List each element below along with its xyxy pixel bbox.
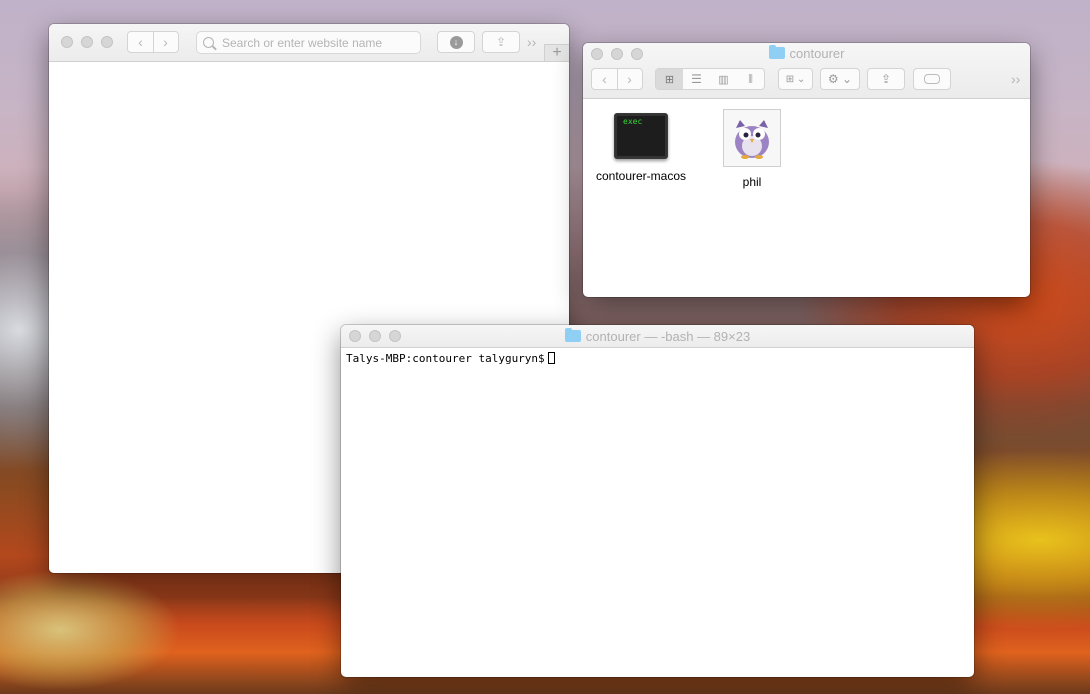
arrange-icon: ⊞ ⌄ xyxy=(785,73,806,85)
safari-toolbar: ‹ › Search or enter website name ↓ ⇪ ›› … xyxy=(49,24,569,62)
more-toolbar-items-icon[interactable]: ›› xyxy=(1011,71,1020,87)
terminal-screen[interactable]: Talys-MBP:contourer talyguryn$ xyxy=(346,352,969,677)
file-name: contourer-macos xyxy=(595,169,687,183)
minimize-button[interactable] xyxy=(81,36,93,48)
window-controls xyxy=(61,36,113,48)
share-button[interactable]: ⇪ xyxy=(867,68,905,90)
back-forward-buttons: ‹ › xyxy=(591,68,643,90)
tags-button[interactable] xyxy=(913,68,951,90)
file-item[interactable]: exec contourer-macos xyxy=(586,113,696,183)
tag-icon xyxy=(924,74,940,84)
forward-button[interactable]: › xyxy=(617,71,642,87)
list-view-button[interactable]: ☰ xyxy=(683,72,710,86)
back-button[interactable]: ‹ xyxy=(128,34,153,50)
window-title-text: contourer — -bash — 89×23 xyxy=(585,329,751,344)
forward-button[interactable]: › xyxy=(153,34,178,50)
window-title: contourer xyxy=(583,45,1030,61)
finder-window: contourer ‹ › ⊞ ☰ ▥ ⫼ ⊞ ⌄ ⚙ ⌄ ⇪ ›› exec … xyxy=(583,43,1030,297)
terminal-titlebar: contourer — -bash — 89×23 xyxy=(341,325,974,348)
action-button[interactable]: ⚙ ⌄ xyxy=(820,68,860,90)
back-button[interactable]: ‹ xyxy=(592,71,617,87)
search-icon xyxy=(203,37,214,48)
share-icon: ⇪ xyxy=(880,72,892,86)
more-toolbar-items-icon[interactable]: ›› xyxy=(527,34,536,50)
finder-toolbar: contourer ‹ › ⊞ ☰ ▥ ⫼ ⊞ ⌄ ⚙ ⌄ ⇪ ›› xyxy=(583,43,1030,99)
window-title-text: contourer xyxy=(789,46,845,61)
file-name: phil xyxy=(742,175,762,189)
folder-icon xyxy=(768,45,785,59)
text-cursor xyxy=(547,352,555,364)
zoom-button[interactable] xyxy=(101,36,113,48)
download-icon: ↓ xyxy=(449,35,463,49)
view-mode-buttons: ⊞ ☰ ▥ ⫼ xyxy=(655,68,765,90)
back-forward-buttons: ‹ › xyxy=(127,31,179,53)
owl-image-icon xyxy=(723,109,781,167)
gear-icon: ⚙ ⌄ xyxy=(827,72,853,86)
new-tab-button[interactable]: + xyxy=(544,44,569,61)
folder-icon xyxy=(564,328,581,342)
gallery-view-button[interactable]: ⫼ xyxy=(737,74,764,85)
close-button[interactable] xyxy=(61,36,73,48)
executable-icon: exec xyxy=(614,113,668,159)
downloads-button[interactable]: ↓ xyxy=(437,31,475,53)
address-placeholder: Search or enter website name xyxy=(222,35,383,50)
address-bar[interactable]: Search or enter website name xyxy=(196,31,421,54)
arrange-button[interactable]: ⊞ ⌄ xyxy=(778,68,813,90)
terminal-window: contourer — -bash — 89×23 Talys-MBP:cont… xyxy=(341,325,974,677)
share-icon: ⇪ xyxy=(495,35,507,49)
shell-prompt: Talys-MBP:contourer talyguryn$ xyxy=(346,352,545,365)
icon-view-button[interactable]: ⊞ xyxy=(656,69,683,89)
window-title: contourer — -bash — 89×23 xyxy=(341,328,974,344)
column-view-button[interactable]: ▥ xyxy=(710,73,737,86)
share-button[interactable]: ⇪ xyxy=(482,31,520,53)
file-item[interactable]: phil xyxy=(697,109,807,189)
